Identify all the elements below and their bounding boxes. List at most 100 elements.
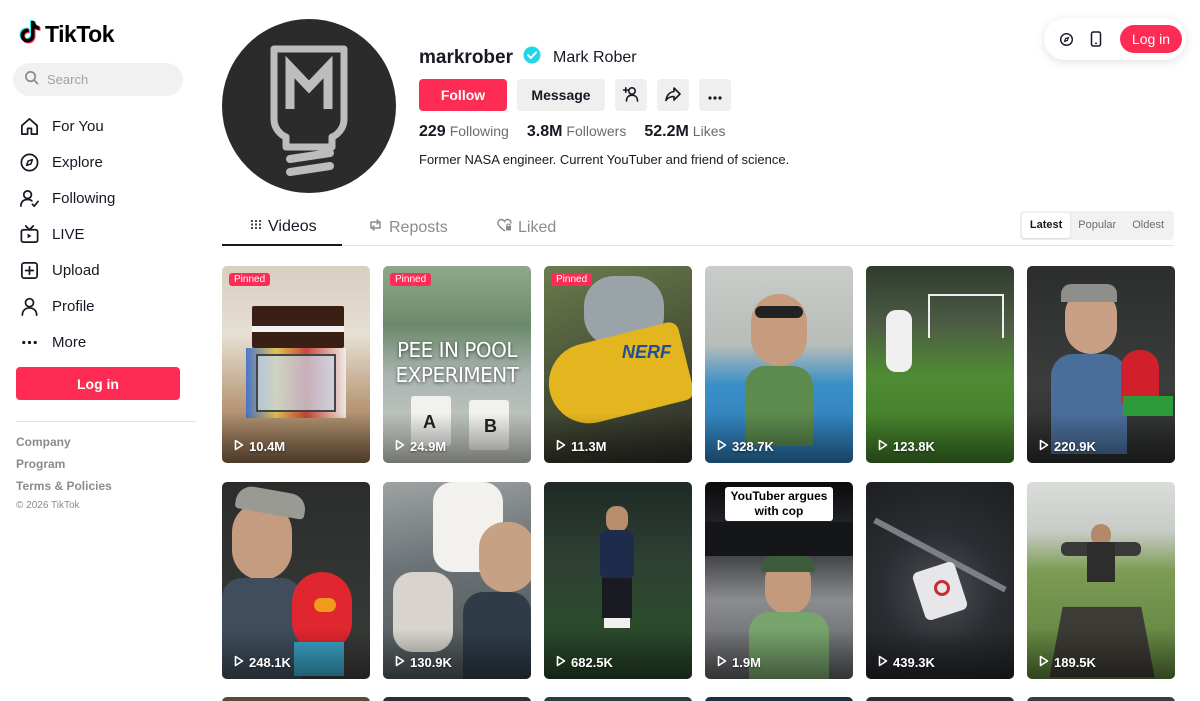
nav-item-profile[interactable]: Profile [18, 288, 115, 324]
nav-item-label: Explore [52, 153, 103, 171]
following-icon [18, 187, 40, 209]
sort-popular[interactable]: Popular [1070, 213, 1124, 238]
footer-link-terms[interactable]: Terms & Policies [16, 478, 112, 500]
view-count-text: 439.3K [893, 655, 935, 670]
video-card[interactable]: Pinned 10.4M [222, 266, 370, 463]
view-count: 1.9M [717, 655, 761, 670]
search-icon [24, 70, 39, 90]
thumbnail-shade [544, 629, 692, 679]
video-card[interactable]: NERF Pinned 11.3M [544, 266, 692, 463]
video-caption: YouTuber argues with cop [725, 487, 833, 521]
ellipsis-icon [707, 88, 723, 103]
thumbnail-shade [866, 629, 1014, 679]
username-row: markrober Mark Rober [419, 46, 637, 69]
video-card[interactable]: 682.5K [544, 482, 692, 679]
video-card-partial[interactable] [383, 697, 531, 701]
thumbnail-shade [1027, 629, 1175, 679]
play-icon [878, 655, 888, 670]
video-card-partial[interactable] [544, 697, 692, 701]
profile-avatar [222, 19, 396, 193]
tab-label: Reposts [389, 218, 448, 236]
tiktok-note-icon [19, 20, 41, 49]
footer-link-program[interactable]: Program [16, 456, 112, 478]
video-card[interactable]: 189.5K [1027, 482, 1175, 679]
video-overlay-title: PEE IN POOL EXPERIMENT [395, 338, 519, 387]
nav-item-live[interactable]: LIVE [18, 216, 115, 252]
pinned-badge: Pinned [229, 273, 271, 286]
sort-toggle: Latest Popular Oldest [1019, 211, 1174, 240]
view-count-text: 328.7K [732, 439, 774, 454]
view-count: 123.8K [878, 439, 935, 454]
play-icon [556, 439, 566, 454]
video-card[interactable]: 439.3K [866, 482, 1014, 679]
video-card[interactable]: 248.1K [222, 482, 370, 679]
sidebar-login-button[interactable]: Log in [16, 367, 180, 400]
view-count-text: 682.5K [571, 655, 613, 670]
following-count: 229 [419, 123, 446, 140]
upload-icon [18, 259, 40, 281]
add-friend-button[interactable] [615, 79, 647, 111]
share-button[interactable] [657, 79, 689, 111]
play-icon [717, 655, 727, 670]
video-card-partial[interactable] [866, 697, 1014, 701]
footer-link-company[interactable]: Company [16, 434, 112, 456]
view-count-text: 220.9K [1054, 439, 1096, 454]
thumbnail-shade [222, 413, 370, 463]
tiktok-logo[interactable]: TikTok [19, 20, 115, 49]
phone-icon[interactable] [1084, 27, 1108, 51]
home-icon [18, 115, 40, 137]
tab-videos[interactable]: Videos [250, 218, 317, 236]
view-count: 24.9M [395, 439, 446, 454]
coins-icon[interactable] [1054, 27, 1078, 51]
play-icon [1039, 439, 1049, 454]
nav-item-for-you[interactable]: For You [18, 108, 115, 144]
video-card[interactable]: 130.9K [383, 482, 531, 679]
nav-item-more[interactable]: More [18, 324, 115, 360]
message-button[interactable]: Message [517, 79, 605, 111]
search-box[interactable] [13, 63, 183, 96]
following-label: Following [449, 123, 509, 139]
following-stat[interactable]: 229 Following [419, 123, 509, 141]
play-icon [234, 439, 244, 454]
nav-item-explore[interactable]: Explore [18, 144, 115, 180]
repost-icon [368, 218, 383, 237]
nav-item-following[interactable]: Following [18, 180, 115, 216]
sort-latest[interactable]: Latest [1021, 213, 1071, 238]
follow-button[interactable]: Follow [419, 79, 507, 111]
nav-item-upload[interactable]: Upload [18, 252, 115, 288]
play-icon [395, 655, 405, 670]
view-count-text: 1.9M [732, 655, 761, 670]
video-card-partial[interactable] [1027, 697, 1175, 701]
video-card-partial[interactable] [705, 697, 853, 701]
view-count: 189.5K [1039, 655, 1096, 670]
sidebar: TikTok For You Explore Following LIVE Up… [0, 0, 200, 701]
video-card[interactable]: 328.7K [705, 266, 853, 463]
active-tab-indicator [222, 244, 342, 246]
videos-grid-icon [250, 218, 262, 236]
thumbnail-shade [705, 629, 853, 679]
play-icon [1039, 655, 1049, 670]
video-card[interactable]: 123.8K [866, 266, 1014, 463]
tab-liked[interactable]: Liked [497, 218, 556, 237]
live-icon [18, 223, 40, 245]
likes-count: 52.2M [644, 123, 689, 140]
search-input[interactable] [47, 72, 167, 87]
followers-stat[interactable]: 3.8M Followers [527, 123, 626, 141]
compass-icon [18, 151, 40, 173]
video-card[interactable]: YouTuber argues with cop 1.9M [705, 482, 853, 679]
more-options-button[interactable] [699, 79, 731, 111]
footer-links: Company Program Terms & Policies © 2026 … [16, 434, 112, 511]
view-count: 130.9K [395, 655, 452, 670]
nav-item-label: Profile [52, 297, 95, 315]
profile-bio: Former NASA engineer. Current YouTuber a… [419, 152, 790, 167]
video-card[interactable]: A B PEE IN POOL EXPERIMENT Pinned 24.9M [383, 266, 531, 463]
tab-reposts[interactable]: Reposts [368, 218, 448, 237]
main-nav: For You Explore Following LIVE Upload Pr… [18, 108, 115, 360]
add-user-icon [622, 85, 640, 106]
video-card-partial[interactable] [222, 697, 370, 701]
sort-oldest[interactable]: Oldest [1124, 213, 1172, 238]
video-card[interactable]: 220.9K [1027, 266, 1175, 463]
view-count: 439.3K [878, 655, 935, 670]
nav-item-label: For You [52, 117, 104, 135]
top-login-button[interactable]: Log in [1120, 25, 1182, 53]
